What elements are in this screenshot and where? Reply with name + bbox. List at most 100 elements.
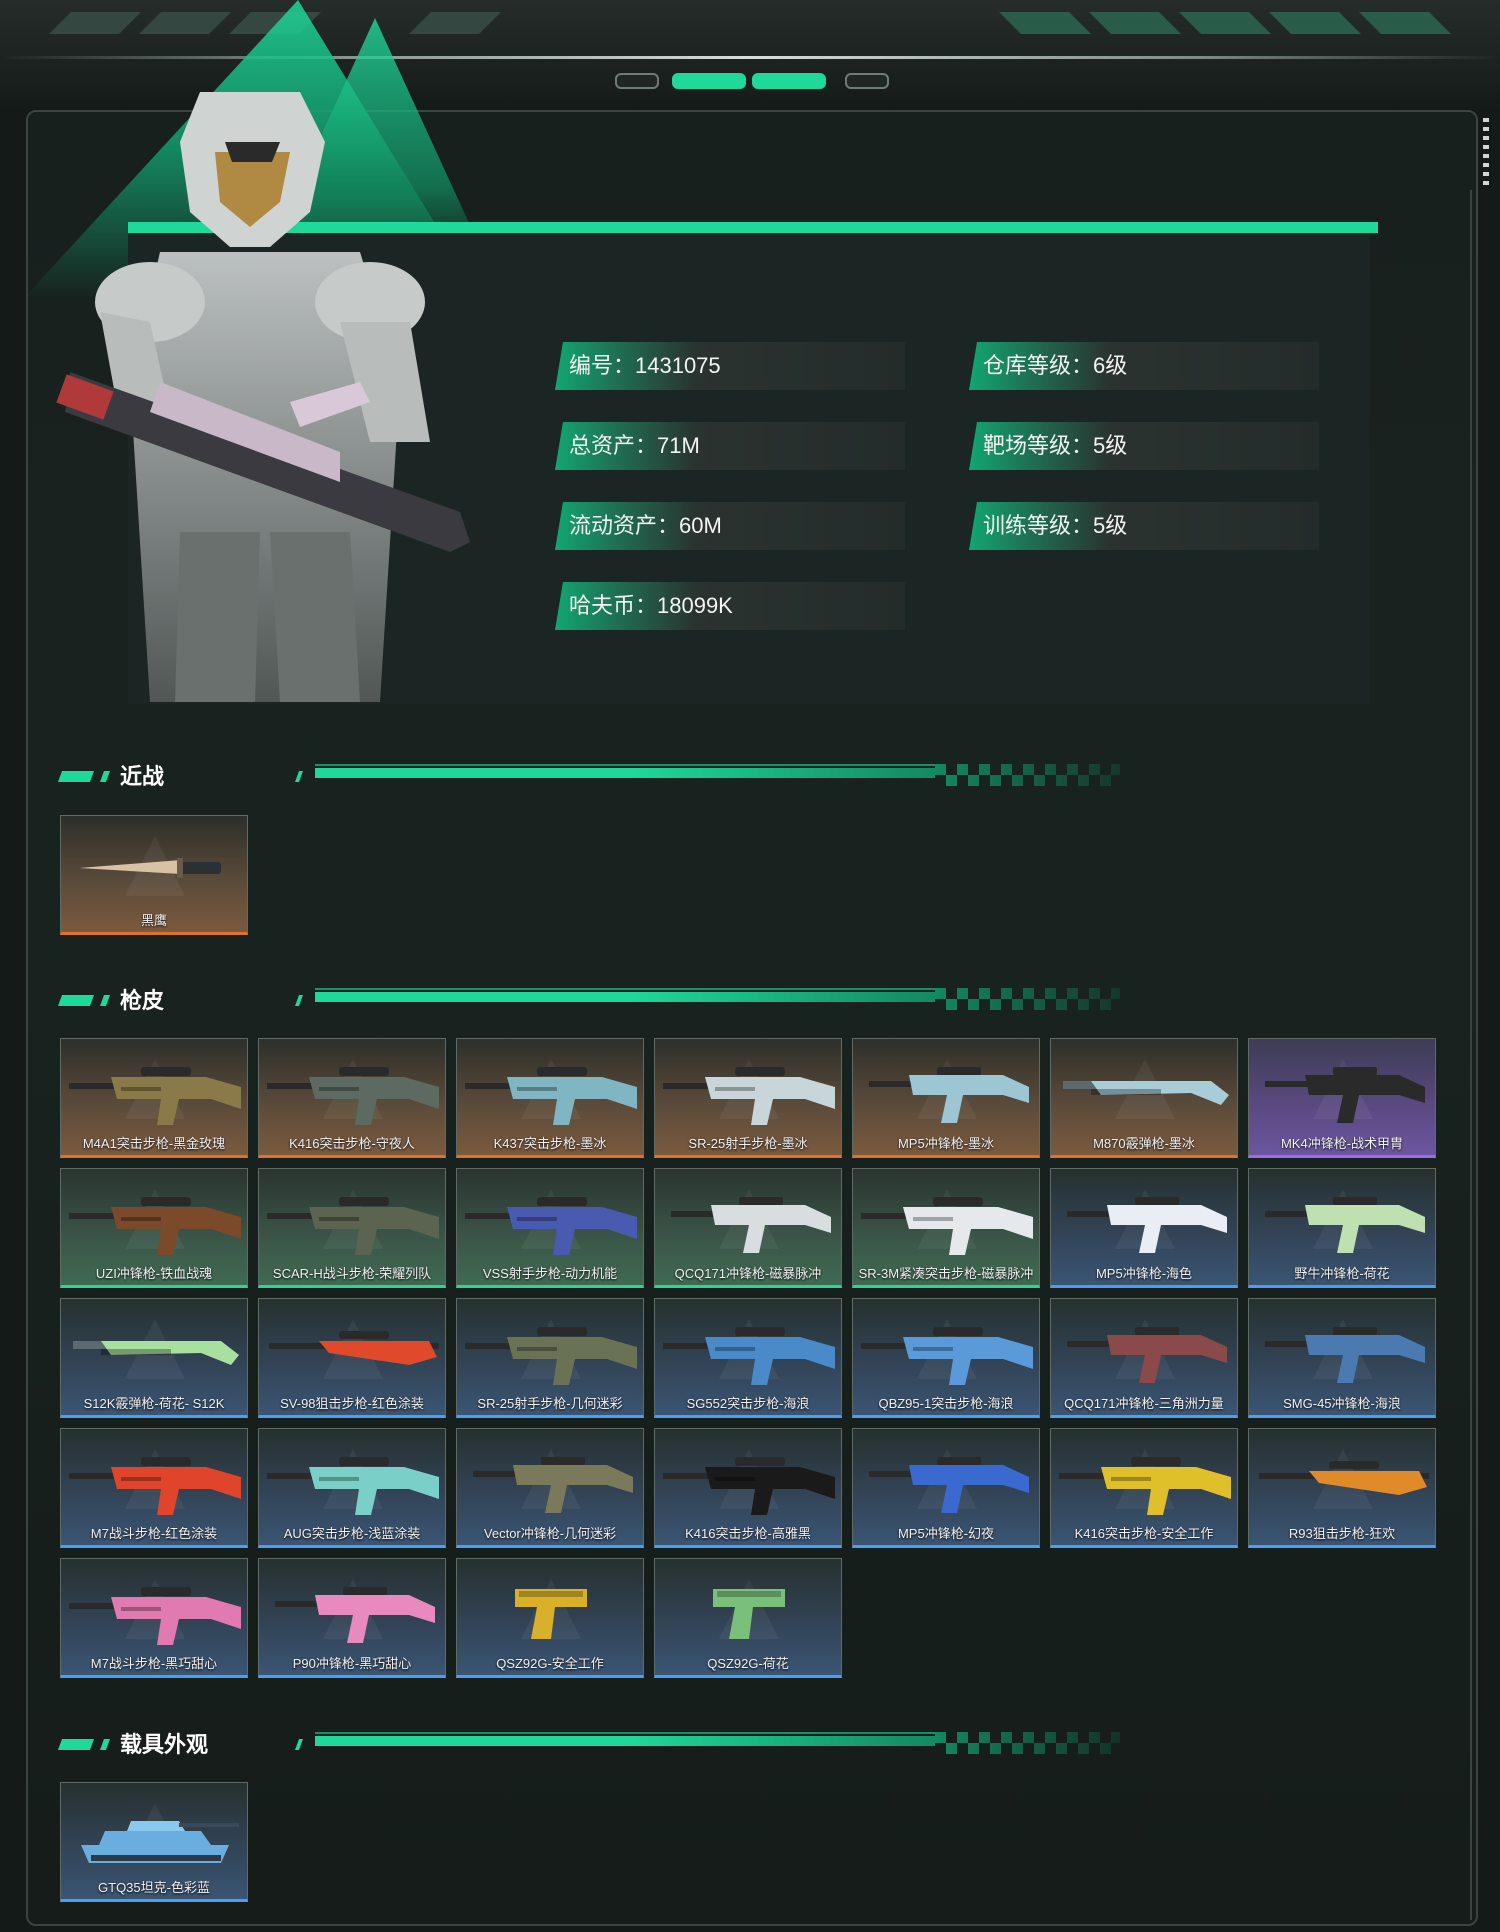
- item-card[interactable]: K437突击步枪-墨冰: [456, 1038, 644, 1158]
- item-card[interactable]: QBZ95-1突击步枪-海浪: [852, 1298, 1040, 1418]
- item-card[interactable]: SMG-45冲锋枪-海浪: [1248, 1298, 1436, 1418]
- item-card[interactable]: K416突击步枪-安全工作: [1050, 1428, 1238, 1548]
- header-stripe: [1089, 12, 1181, 34]
- item-card[interactable]: Vector冲锋枪-几何迷彩: [456, 1428, 644, 1548]
- item-card[interactable]: M7战斗步枪-黑巧甜心: [60, 1558, 248, 1678]
- item-card[interactable]: M870霰弹枪-墨冰: [1050, 1038, 1238, 1158]
- item-name: QSZ92G-安全工作: [496, 1656, 604, 1671]
- rifle-icon: [267, 1457, 439, 1515]
- item-name: GTQ35坦克-色彩蓝: [98, 1880, 210, 1895]
- item-card[interactable]: M4A1突击步枪-黑金玫瑰: [60, 1038, 248, 1158]
- item-name: M4A1突击步枪-黑金玫瑰: [82, 1136, 226, 1151]
- smg-icon: [1265, 1327, 1425, 1383]
- item-card[interactable]: SR-3M紧凑突击步枪-磁暴脉冲: [852, 1168, 1040, 1288]
- item-card[interactable]: R93狙击步枪-狂欢: [1248, 1428, 1436, 1548]
- item-name: QCQ171冲锋枪-磁暴脉冲: [674, 1266, 822, 1281]
- item-card[interactable]: K416突击步枪-高雅黑: [654, 1428, 842, 1548]
- operator-avatar: [56, 92, 470, 702]
- smg-icon: [275, 1587, 435, 1643]
- item-card[interactable]: QCQ171冲锋枪-三角洲力量: [1050, 1298, 1238, 1418]
- header-stripe: [999, 12, 1091, 34]
- item-card[interactable]: AUG突击步枪-浅蓝涂装: [258, 1428, 446, 1548]
- rifle-icon: [267, 1197, 439, 1255]
- pistol-icon: [515, 1589, 587, 1639]
- item-name: S12K霰弹枪-荷花- S12K: [83, 1396, 225, 1411]
- rifle-icon: [465, 1067, 637, 1125]
- item-name: QBZ95-1突击步枪-海浪: [878, 1396, 1014, 1411]
- item-name: QSZ92G-荷花: [707, 1656, 789, 1671]
- item-card[interactable]: SG552突击步枪-海浪: [654, 1298, 842, 1418]
- stat-warehouse-level: 仓库等级：6级: [969, 342, 1319, 390]
- smg-icon: [1067, 1197, 1227, 1253]
- item-name: SR-25射手步枪-几何迷彩: [477, 1396, 623, 1411]
- item-card[interactable]: 野牛冲锋枪-荷花: [1248, 1168, 1436, 1288]
- rifle-icon: [465, 1327, 637, 1385]
- item-card[interactable]: QCQ171冲锋枪-磁暴脉冲: [654, 1168, 842, 1288]
- header-stripe: [49, 12, 141, 34]
- header-stripe: [1359, 12, 1451, 34]
- pistol-icon: [713, 1589, 785, 1639]
- item-card[interactable]: MK4冲锋枪-战术甲胄: [1248, 1038, 1436, 1158]
- header-pill: [615, 73, 659, 89]
- header-stripe: [139, 12, 231, 34]
- rifle-icon: [69, 1197, 241, 1255]
- item-card[interactable]: MP5冲锋枪-海色: [1050, 1168, 1238, 1288]
- rifle-icon: [465, 1197, 637, 1255]
- section-line-thin: [315, 988, 935, 990]
- item-card[interactable]: M7战斗步枪-红色涂装: [60, 1428, 248, 1548]
- item-card[interactable]: SCAR-H战斗步枪-荣耀列队: [258, 1168, 446, 1288]
- item-card[interactable]: MP5冲锋枪-幻夜: [852, 1428, 1040, 1548]
- item-card[interactable]: QSZ92G-安全工作: [456, 1558, 644, 1678]
- item-card[interactable]: SR-25射手步枪-墨冰: [654, 1038, 842, 1158]
- header-stripe: [1269, 12, 1361, 34]
- rifle-icon: [861, 1327, 1033, 1385]
- item-card[interactable]: VSS射手步枪-动力机能: [456, 1168, 644, 1288]
- smg-icon: [1265, 1067, 1425, 1123]
- section-title: 枪皮: [120, 988, 165, 1013]
- stat-player-id: 编号：1431075: [555, 342, 905, 390]
- item-name: 黑鹰: [140, 913, 167, 928]
- item-name: SMG-45冲锋枪-海浪: [1283, 1396, 1401, 1411]
- item-card[interactable]: P90冲锋枪-黑巧甜心: [258, 1558, 446, 1678]
- smg-icon: [671, 1197, 831, 1253]
- stat-range-level: 靶场等级：5级: [969, 422, 1319, 470]
- item-card[interactable]: S12K霰弹枪-荷花- S12K: [60, 1298, 248, 1418]
- header-stripe: [409, 12, 501, 34]
- rifle-icon: [69, 1457, 241, 1515]
- item-name: AUG突击步枪-浅蓝涂装: [283, 1526, 421, 1541]
- stat-liquid-assets: 流动资产：60M: [555, 502, 905, 550]
- item-name: K416突击步枪-安全工作: [1074, 1526, 1214, 1541]
- item-name: M7战斗步枪-黑巧甜心: [90, 1656, 218, 1671]
- item-name: MP5冲锋枪-海色: [1095, 1266, 1193, 1281]
- section-mark: [57, 1739, 95, 1750]
- item-card[interactable]: SV-98狙击步枪-红色涂装: [258, 1298, 446, 1418]
- rifle-icon: [663, 1327, 835, 1385]
- item-card[interactable]: UZI冲锋枪-铁血战魂: [60, 1168, 248, 1288]
- section-checker: [935, 988, 1120, 1010]
- header-line: [0, 56, 1500, 59]
- item-name: SG552突击步枪-海浪: [686, 1396, 810, 1411]
- item-card[interactable]: SR-25射手步枪-几何迷彩: [456, 1298, 644, 1418]
- item-name: 野牛冲锋枪-荷花: [1294, 1266, 1390, 1281]
- item-name: K416突击步枪-高雅黑: [685, 1526, 811, 1541]
- item-card[interactable]: GTQ35坦克-色彩蓝: [60, 1782, 248, 1902]
- item-name: M7战斗步枪-红色涂装: [90, 1526, 218, 1541]
- item-card[interactable]: 黑鹰: [60, 815, 248, 935]
- stat-haf-coin: 哈夫币：18099K: [555, 582, 905, 630]
- item-card[interactable]: MP5冲锋枪-墨冰: [852, 1038, 1040, 1158]
- item-card[interactable]: QSZ92G-荷花: [654, 1558, 842, 1678]
- section-title: 载具外观: [120, 1732, 209, 1757]
- item-name: SCAR-H战斗步枪-荣耀列队: [272, 1266, 432, 1281]
- item-name: UZI冲锋枪-铁血战魂: [95, 1266, 213, 1281]
- item-name: P90冲锋枪-黑巧甜心: [292, 1656, 412, 1671]
- item-name: MP5冲锋枪-幻夜: [897, 1526, 995, 1541]
- shotgun-icon: [73, 1341, 239, 1365]
- header-pill: [845, 73, 889, 89]
- sniper-icon: [269, 1331, 439, 1365]
- rifle-icon: [663, 1067, 835, 1125]
- stat-training-level: 训练等级：5级: [969, 502, 1319, 550]
- header-stripe: [1179, 12, 1271, 34]
- item-card[interactable]: K416突击步枪-守夜人: [258, 1038, 446, 1158]
- section-line: [315, 768, 935, 778]
- section-title: 近战: [120, 764, 165, 789]
